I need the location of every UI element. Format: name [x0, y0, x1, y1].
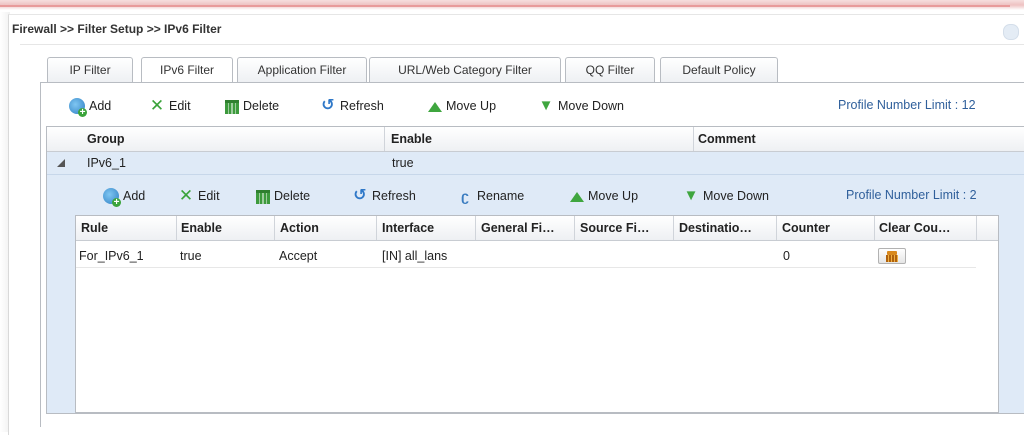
rule-name-cell: For_IPv6_1 [79, 249, 144, 263]
tab-url-web-category-filter[interactable]: URL/Web Category Filter [369, 57, 561, 82]
breadcrumb: Firewall >> Filter Setup >> IPv6 Filter [12, 22, 222, 36]
rule-edit-button[interactable]: ✕ Edit [178, 183, 220, 209]
rule-refresh-button[interactable]: ↺ Refresh [352, 183, 416, 209]
group-name-cell: IPv6_1 [87, 156, 126, 170]
tab-default-policy[interactable]: Default Policy [660, 57, 778, 82]
column-divider [384, 127, 385, 151]
column-divider [574, 216, 575, 240]
move-down-icon: ▼ [538, 97, 554, 114]
help-icon[interactable] [1003, 24, 1019, 40]
profile-number-limit: Profile Number Limit : 12 [838, 98, 976, 112]
column-header-enable[interactable]: Enable [391, 127, 432, 151]
refresh-icon: ↺ [353, 187, 367, 204]
column-header-enable[interactable]: Enable [181, 216, 271, 240]
rule-profile-number-limit: Profile Number Limit : 2 [846, 188, 977, 202]
tab-application-filter[interactable]: Application Filter [237, 57, 367, 82]
edit-label: Edit [169, 99, 191, 113]
column-divider [874, 216, 875, 240]
move-down-label: Move Down [558, 99, 624, 113]
column-divider [274, 216, 275, 240]
rule-move-down-button[interactable]: ▼ Move Down [683, 183, 769, 209]
rule-delete-button[interactable]: Delete [256, 183, 310, 209]
column-divider [376, 216, 377, 240]
rename-icon: ʗ [461, 188, 469, 204]
move-up-label: Move Up [446, 99, 497, 113]
column-header-clear-counter[interactable]: Clear Cou… [879, 216, 973, 240]
tab-ip-filter[interactable]: IP Filter [47, 57, 133, 82]
column-divider [976, 216, 977, 240]
column-divider [776, 216, 777, 240]
column-header-group[interactable]: Group [87, 127, 125, 151]
delete-button[interactable]: Delete [225, 93, 279, 119]
move-up-icon [428, 102, 442, 112]
rule-counter-cell: 0 [783, 249, 790, 263]
add-button[interactable]: Add [69, 93, 111, 119]
rule-add-label: Add [123, 189, 146, 203]
column-divider [176, 216, 177, 240]
move-down-button[interactable]: ▼ Move Down [538, 93, 624, 119]
rule-add-button[interactable]: Add [103, 183, 145, 209]
rule-grid-header: Rule Enable Action Interface General Fi…… [76, 216, 998, 241]
collapse-triangle-icon[interactable] [57, 159, 65, 167]
move-up-button[interactable]: Move Up [428, 93, 496, 119]
move-down-icon: ▼ [683, 187, 699, 204]
add-label: Add [89, 99, 112, 113]
group-enable-cell: true [392, 156, 414, 170]
rule-toolbar: Add ✕ Edit Delete ↺ Refresh ʗ Rename Mov… [100, 183, 1024, 209]
main-toolbar: Add ✕ Edit Delete ↺ Refresh Move Up ▼ Mo… [42, 93, 1024, 119]
add-icon [103, 188, 121, 207]
rule-interface-cell: [IN] all_lans [382, 249, 448, 263]
tab-qq-filter[interactable]: QQ Filter [565, 57, 655, 82]
group-row[interactable]: IPv6_1 true [47, 152, 1024, 175]
tab-ipv6-filter[interactable]: IPv6 Filter [141, 57, 233, 84]
column-header-general-filter[interactable]: General Fi… [481, 216, 573, 240]
edit-icon: ✕ [149, 96, 165, 115]
column-header-action[interactable]: Action [280, 216, 375, 240]
rule-rename-label: Rename [477, 189, 525, 203]
edit-button[interactable]: ✕ Edit [149, 93, 191, 119]
column-header-interface[interactable]: Interface [382, 216, 474, 240]
rule-move-up-label: Move Up [588, 189, 639, 203]
column-header-counter[interactable]: Counter [782, 216, 874, 240]
clear-counter-button[interactable] [878, 248, 906, 264]
column-header-rule[interactable]: Rule [81, 216, 175, 240]
rule-rename-button[interactable]: ʗ Rename [457, 183, 524, 209]
rule-delete-label: Delete [274, 189, 311, 203]
add-icon [69, 98, 87, 117]
rule-enable-cell: true [180, 249, 202, 263]
delete-icon [256, 189, 270, 204]
delete-label: Delete [243, 99, 280, 113]
rule-action-cell: Accept [279, 249, 318, 263]
column-header-destination[interactable]: Destinatio… [679, 216, 775, 240]
move-up-icon [570, 192, 584, 202]
rule-move-up-button[interactable]: Move Up [570, 183, 638, 209]
rule-edit-label: Edit [198, 189, 220, 203]
column-header-comment[interactable]: Comment [698, 127, 756, 151]
group-grid-header: Group Enable Comment [47, 127, 1024, 152]
header-divider [20, 44, 1024, 45]
column-divider [673, 216, 674, 240]
column-divider [475, 216, 476, 240]
top-accent-line [0, 5, 1010, 7]
refresh-label: Refresh [340, 99, 384, 113]
delete-icon [225, 99, 239, 114]
rule-refresh-label: Refresh [372, 189, 416, 203]
table-row[interactable]: For_IPv6_1 true Accept [IN] all_lans 0 [76, 245, 976, 268]
refresh-icon: ↺ [321, 97, 335, 114]
column-divider [693, 127, 694, 151]
rule-move-down-label: Move Down [703, 189, 769, 203]
refresh-button[interactable]: ↺ Refresh [320, 93, 384, 119]
edit-icon: ✕ [178, 186, 194, 205]
column-header-source-filter[interactable]: Source Fi… [580, 216, 672, 240]
